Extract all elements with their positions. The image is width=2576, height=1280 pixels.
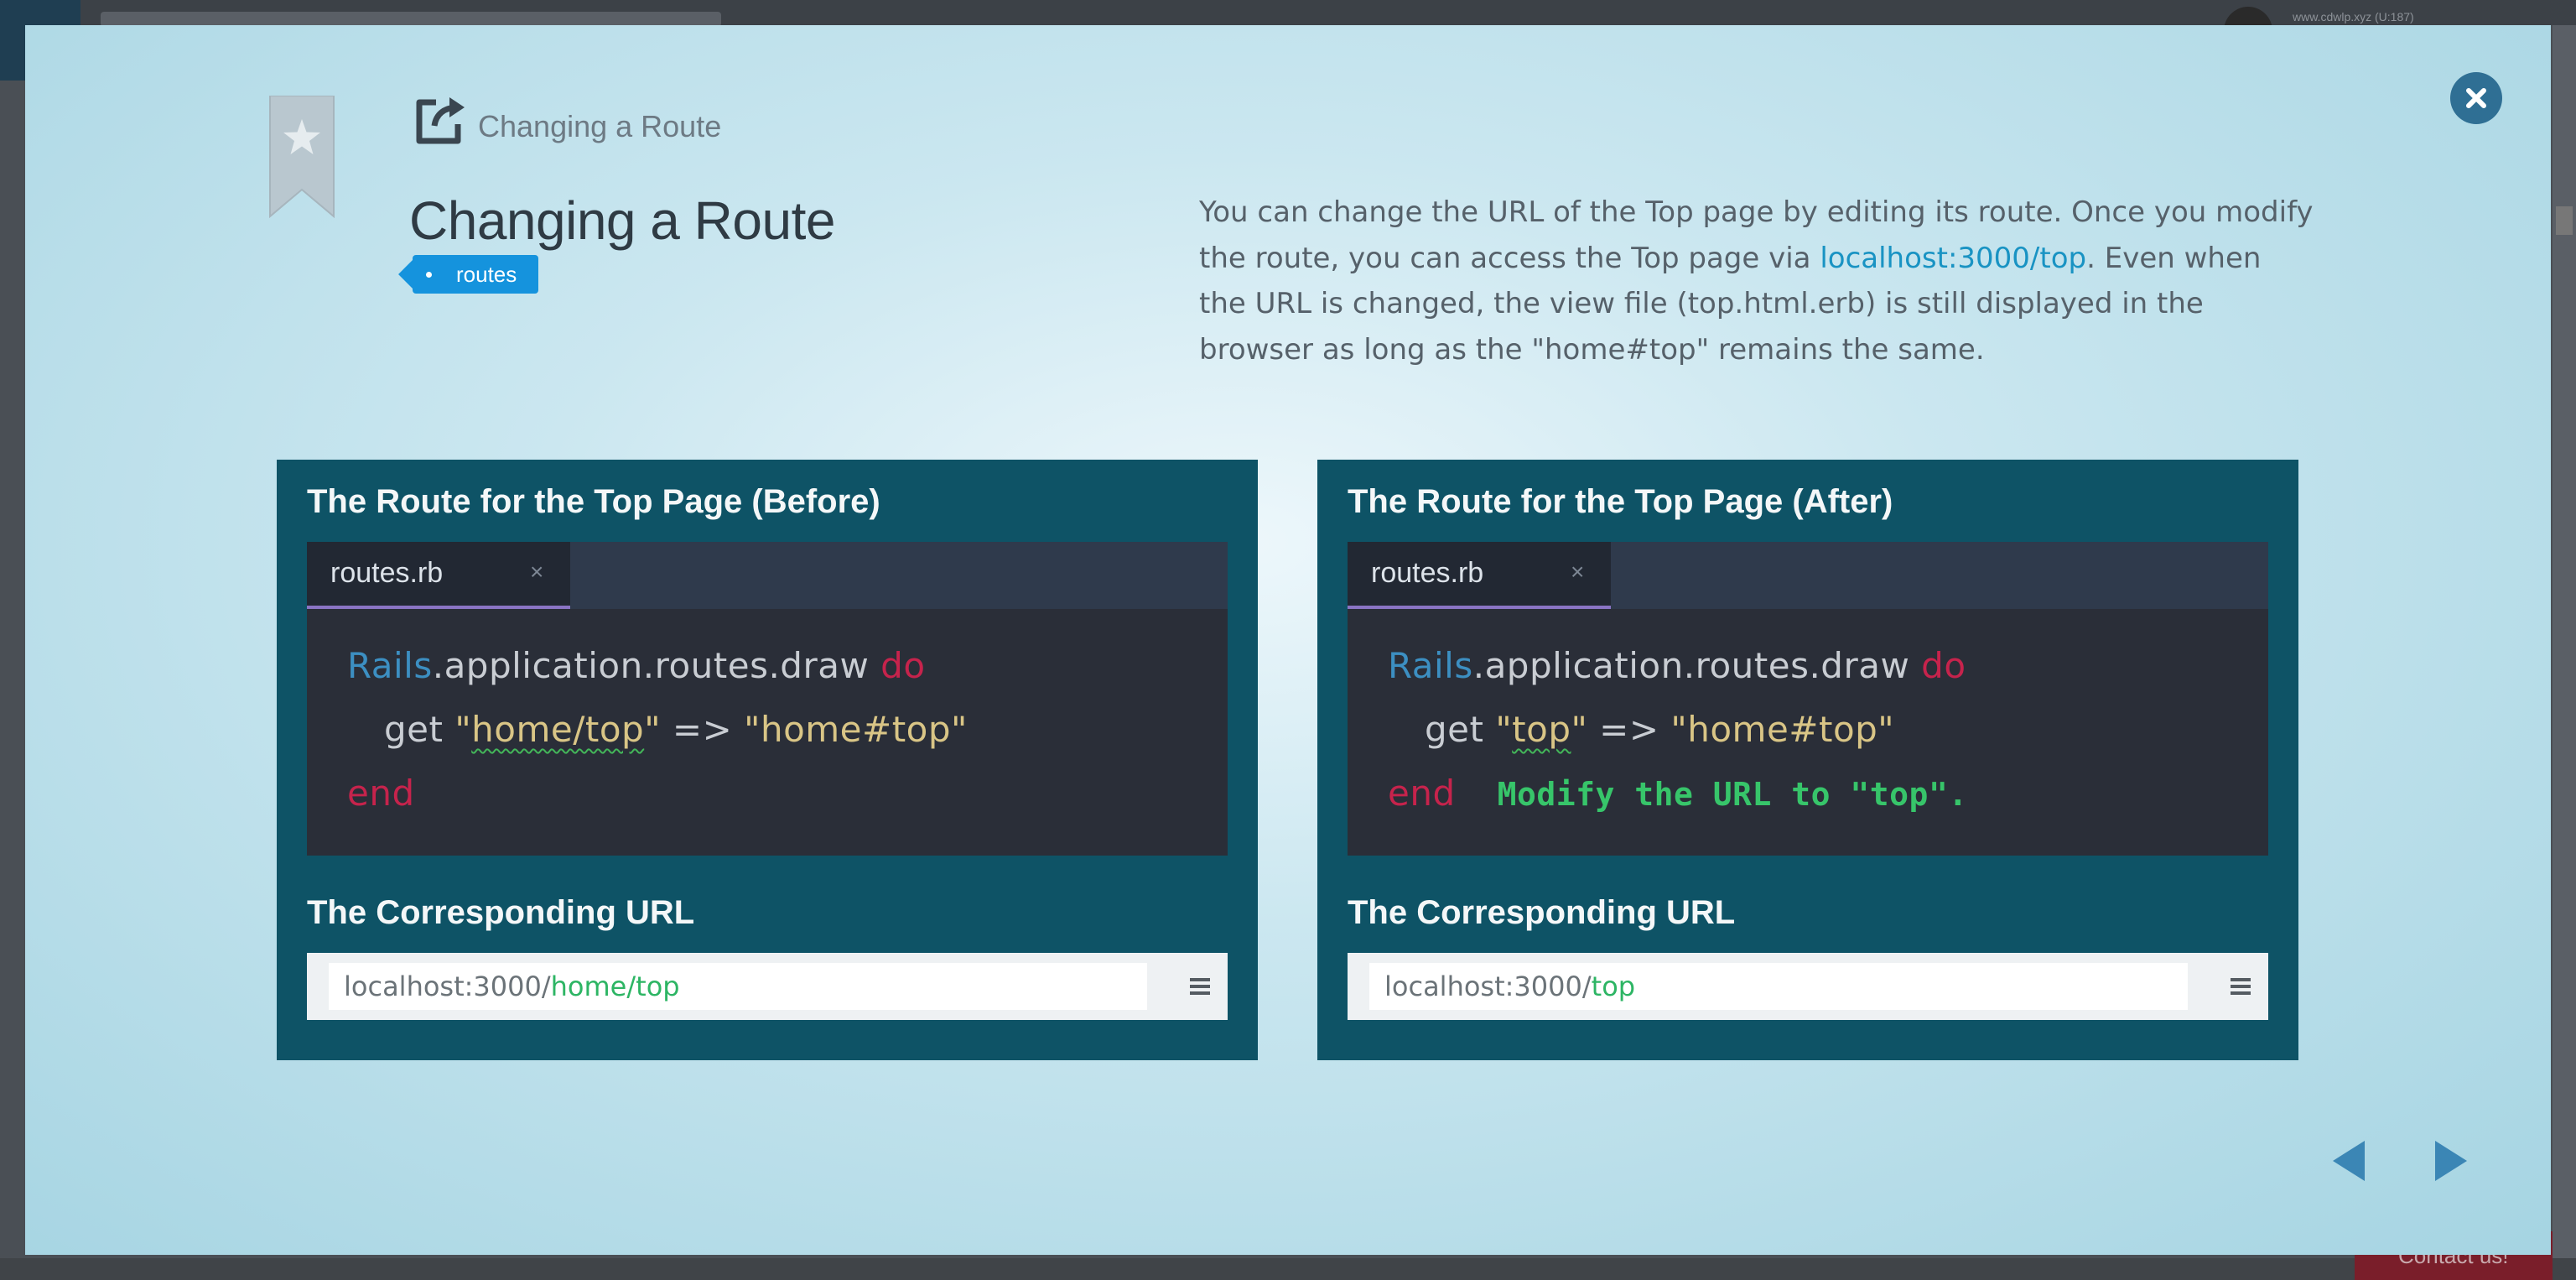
route-panel-after: The Route for the Top Page (After) route… <box>1317 460 2298 1060</box>
panel-heading: The Route for the Top Page (After) <box>1348 483 1893 520</box>
slide-modal: Changing a Route Changing a Route routes… <box>25 25 2551 1255</box>
code-token: do <box>880 645 926 686</box>
browser-url-bar: localhost:3000/top <box>1348 953 2268 1020</box>
url-heading: The Corresponding URL <box>1348 894 1736 931</box>
background-scrollbar-thumb <box>2556 206 2573 235</box>
code-line-2: get "top" => "home#top" <box>1388 698 1968 762</box>
code-token: Rails <box>1388 645 1473 686</box>
menu-icon <box>2231 978 2251 995</box>
code-token: get <box>1425 709 1496 750</box>
code-token-path: "home/top" <box>454 709 662 750</box>
background-user-text: www.cdwlp.xyz (U:187) <box>2293 10 2414 23</box>
url-field: localhost:3000/home/top <box>329 963 1147 1010</box>
code-token: Rails <box>347 645 433 686</box>
url-host: localhost:3000/ <box>1384 970 1592 1002</box>
code-token: get <box>384 709 455 750</box>
code-token: => <box>1587 709 1671 750</box>
code-line-2: get "home/top" => "home#top" <box>347 698 968 762</box>
url-path: home/top <box>550 970 680 1002</box>
code-line-1: Rails.application.routes.draw do <box>347 634 968 698</box>
code-block: Rails.application.routes.draw do get "to… <box>1388 634 1968 825</box>
file-tab: routes.rb × <box>1348 542 1611 609</box>
close-icon <box>2466 88 2486 108</box>
tab-close-icon: × <box>1571 559 1585 585</box>
code-annotation: Modify the URL to "top". <box>1497 776 1968 813</box>
code-token-path-inner: top <box>1512 709 1571 750</box>
description-link[interactable]: localhost:3000/top <box>1820 242 2086 275</box>
route-panel-before: The Route for the Top Page (Before) rout… <box>277 460 1258 1060</box>
code-editor: routes.rb × Rails.application.routes.dra… <box>1348 542 2268 856</box>
file-tab-label: routes.rb <box>330 557 444 589</box>
url-heading: The Corresponding URL <box>307 894 695 931</box>
code-token-path: "top" <box>1495 709 1588 750</box>
file-tab: routes.rb × <box>307 542 570 609</box>
code-token-path-inner: home/top <box>471 709 645 750</box>
code-token: .application.routes.draw <box>1472 645 1922 686</box>
file-tab-label: routes.rb <box>1371 557 1484 589</box>
url-path: top <box>1591 970 1636 1002</box>
slide-subtitle: Changing a Route <box>478 109 722 143</box>
prev-arrow-icon[interactable] <box>2324 1136 2375 1186</box>
code-token: .application.routes.draw <box>432 645 881 686</box>
page-title: Changing a Route <box>409 190 835 251</box>
description-text: You can change the URL of the Top page b… <box>1199 190 2314 372</box>
code-token: "home#top" <box>744 709 968 750</box>
code-block: Rails.application.routes.draw do get "ho… <box>347 634 968 825</box>
menu-icon <box>1190 978 1210 995</box>
code-line-1: Rails.application.routes.draw do <box>1388 634 1968 698</box>
code-token: do <box>1921 645 1966 686</box>
browser-url-bar: localhost:3000/home/top <box>307 953 1228 1020</box>
tab-close-icon: × <box>530 559 544 585</box>
next-arrow-icon[interactable] <box>2425 1136 2475 1186</box>
code-line-3: end <box>347 762 968 825</box>
code-token: "home#top" <box>1670 709 1895 750</box>
background-bottom-bar <box>0 1258 2576 1280</box>
url-field: localhost:3000/top <box>1369 963 2188 1010</box>
url-host: localhost:3000/ <box>344 970 551 1002</box>
code-editor: routes.rb × Rails.application.routes.dra… <box>307 542 1228 856</box>
panel-heading: The Route for the Top Page (Before) <box>307 483 880 520</box>
external-link-icon[interactable] <box>411 91 470 149</box>
bookmark-star-icon[interactable] <box>267 96 337 218</box>
close-button[interactable] <box>2450 72 2502 124</box>
code-line-3: end Modify the URL to "top". <box>1388 762 1968 825</box>
tag-badge[interactable]: routes <box>413 255 539 294</box>
code-token: end <box>1388 773 1456 814</box>
code-token: => <box>661 709 745 750</box>
code-token: end <box>347 773 415 814</box>
tag-label: routes <box>456 262 517 287</box>
